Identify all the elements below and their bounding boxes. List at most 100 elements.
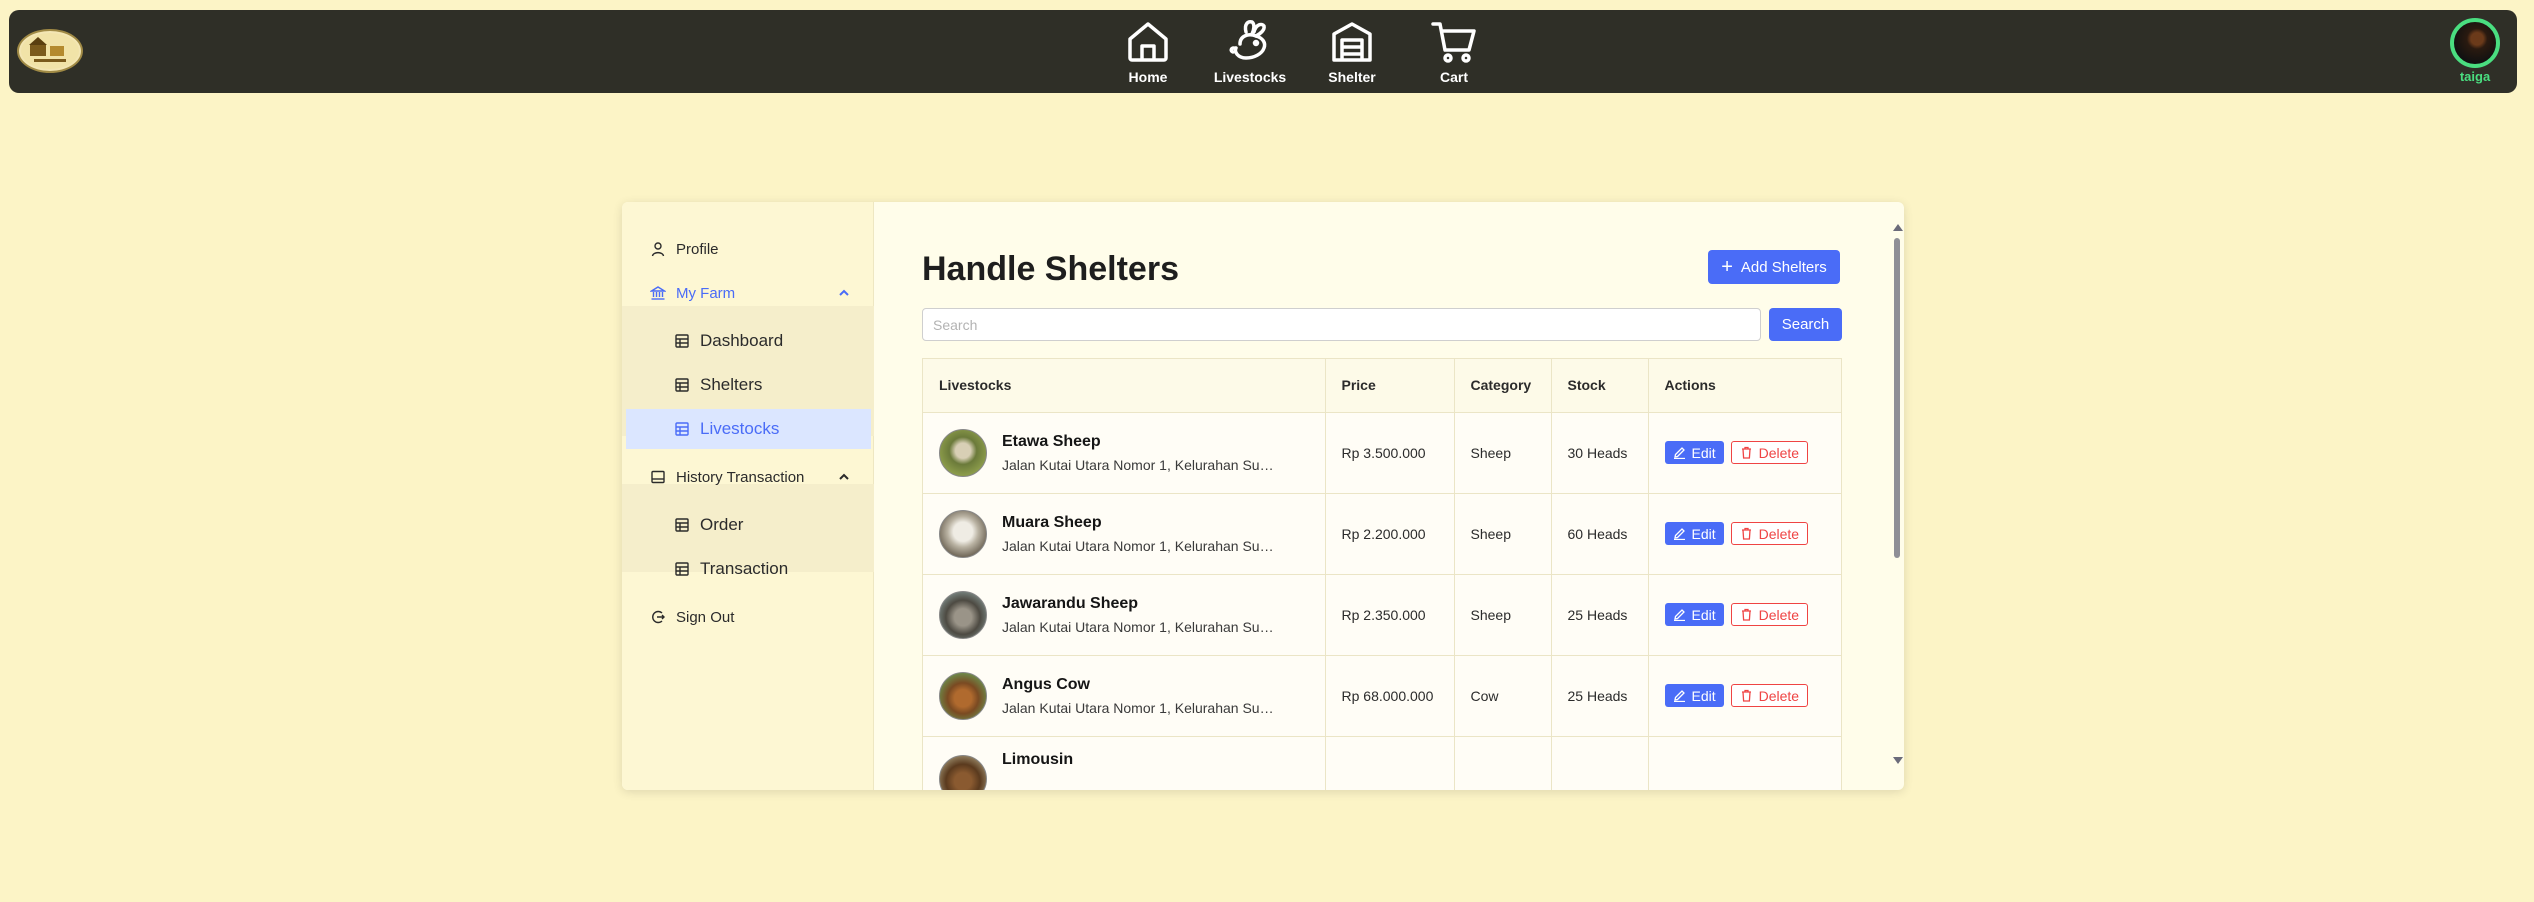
table-header-row: Livestocks Price Category Stock Actions [923, 359, 1841, 413]
column-header: Stock [1551, 359, 1649, 413]
table-row: Limousin [923, 736, 1841, 790]
stock-cell: 30 Heads [1551, 412, 1649, 494]
sidebar-item-dashboard[interactable]: Dashboard [626, 321, 871, 361]
livestock-thumbnail [939, 754, 987, 790]
livestock-table: Livestocks Price Category Stock Actions … [922, 358, 1842, 790]
actions-cell [1648, 736, 1841, 790]
livestock-address: Jalan Kutai Utara Nomor 1, Kelurahan Sum… [1002, 699, 1282, 716]
sidebar-item-transaction[interactable]: Transaction [626, 549, 871, 589]
column-header: Price [1325, 359, 1455, 413]
edit-label: Edit [1691, 687, 1716, 704]
table-row: Jawarandu Sheep Jalan Kutai Utara Nomor … [923, 574, 1841, 656]
delete-button[interactable]: Delete [1730, 603, 1809, 626]
category-cell: Sheep [1454, 493, 1552, 575]
delete-button[interactable]: Delete [1730, 522, 1809, 545]
delete-button[interactable]: Delete [1730, 684, 1809, 707]
scrollbar[interactable] [1890, 224, 1904, 764]
cart-icon [1431, 22, 1476, 63]
pencil-icon [1673, 528, 1685, 540]
main-card: Profile My Farm Dashboard Shelters Lives… [622, 202, 1904, 790]
search-input[interactable] [922, 308, 1761, 341]
livestock-name: Etawa Sheep [1002, 432, 1101, 450]
chevron-up-icon [839, 289, 849, 296]
nav-home[interactable]: Home [1097, 18, 1199, 93]
history-icon [651, 470, 665, 484]
livestock-thumbnail [939, 428, 987, 477]
nav-cart[interactable]: Cart [1403, 18, 1505, 93]
table-icon [675, 422, 689, 436]
livestock-name: Limousin [1002, 750, 1074, 768]
edit-button[interactable]: Edit [1664, 441, 1724, 464]
table-row: Muara Sheep Jalan Kutai Utara Nomor 1, K… [923, 493, 1841, 575]
price-cell: Rp 3.500.000 [1325, 412, 1455, 494]
search-button[interactable]: Search [1769, 308, 1842, 341]
nav-shelter[interactable]: Shelter [1301, 18, 1403, 93]
trash-icon [1741, 608, 1751, 621]
sidebar-item-order-label: Order [700, 515, 744, 534]
edit-label: Edit [1691, 444, 1716, 461]
delete-label: Delete [1758, 687, 1800, 704]
price-cell: Rp 2.350.000 [1325, 574, 1455, 656]
add-shelters-label: Add Shelters [1740, 258, 1827, 276]
plus-icon: + [1721, 256, 1733, 278]
sidebar-item-shelters[interactable]: Shelters [626, 365, 871, 405]
sidebar-item-sign-out[interactable]: Sign Out [626, 597, 871, 637]
sidebar-item-history-label: History Transaction [676, 468, 805, 486]
price-cell: Rp 2.200.000 [1325, 493, 1455, 575]
category-cell: Cow [1454, 655, 1552, 737]
sidebar-item-livestocks[interactable]: Livestocks [626, 409, 871, 449]
delete-label: Delete [1758, 444, 1800, 461]
table-icon [675, 562, 689, 576]
livestock-address: Jalan Kutai Utara Nomor 1, Kelurahan Sum… [1002, 618, 1282, 635]
price-cell: Rp 68.000.000 [1325, 655, 1455, 737]
delete-button[interactable]: Delete [1730, 441, 1809, 464]
sidebar-item-my-farm[interactable]: My Farm [626, 273, 871, 313]
category-cell: Sheep [1454, 574, 1552, 656]
sidebar-item-livestocks-label: Livestocks [700, 419, 780, 438]
scroll-down-arrow[interactable] [1893, 757, 1903, 764]
category-cell [1454, 736, 1552, 790]
edit-button[interactable]: Edit [1664, 684, 1724, 707]
nav-home-label: Home [1128, 69, 1168, 85]
edit-button[interactable]: Edit [1664, 522, 1724, 545]
table-row: Angus Cow Jalan Kutai Utara Nomor 1, Kel… [923, 655, 1841, 737]
page-title: Handle Shelters [922, 250, 1179, 288]
sidebar-item-my-farm-label: My Farm [676, 284, 736, 302]
farm-logo-icon [21, 33, 79, 69]
rabbit-icon [1229, 20, 1267, 60]
delete-label: Delete [1758, 606, 1800, 623]
scroll-up-arrow[interactable] [1893, 224, 1903, 231]
farm-logo[interactable] [17, 29, 83, 73]
scroll-thumb[interactable] [1894, 238, 1900, 558]
livestock-address: Jalan Kutai Utara Nomor 1, Kelurahan Sum… [1002, 456, 1282, 473]
nav-livestocks-label: Livestocks [1213, 69, 1287, 85]
livestock-name: Angus Cow [1002, 675, 1090, 693]
table-icon [675, 518, 689, 532]
edit-button[interactable]: Edit [1664, 603, 1724, 626]
pencil-icon [1673, 609, 1685, 621]
sidebar-item-sign-out-label: Sign Out [676, 608, 735, 626]
nav-livestocks[interactable]: Livestocks [1199, 18, 1301, 93]
table-row: Etawa Sheep Jalan Kutai Utara Nomor 1, K… [923, 412, 1841, 494]
sidebar-item-order[interactable]: Order [626, 505, 871, 545]
user-menu[interactable]: taiga [2447, 18, 2503, 84]
column-header: Category [1454, 359, 1552, 413]
column-header: Livestocks [923, 359, 1326, 413]
add-shelters-button[interactable]: + Add Shelters [1708, 250, 1840, 284]
stock-cell: 60 Heads [1551, 493, 1649, 575]
chevron-up-icon [839, 473, 849, 480]
logout-icon [652, 610, 665, 624]
nav-cart-label: Cart [1439, 69, 1468, 85]
home-icon [1128, 22, 1168, 62]
price-cell [1325, 736, 1455, 790]
user-name: taiga [2459, 69, 2491, 84]
pencil-icon [1673, 447, 1685, 459]
table-icon [675, 378, 689, 392]
livestock-name: Muara Sheep [1002, 513, 1102, 531]
avatar[interactable] [2450, 18, 2500, 68]
sidebar-item-history[interactable]: History Transaction [626, 457, 871, 497]
sidebar-item-dashboard-label: Dashboard [700, 331, 784, 350]
trash-icon [1741, 527, 1751, 540]
sidebar-item-profile[interactable]: Profile [626, 229, 871, 269]
table-icon [675, 334, 689, 348]
